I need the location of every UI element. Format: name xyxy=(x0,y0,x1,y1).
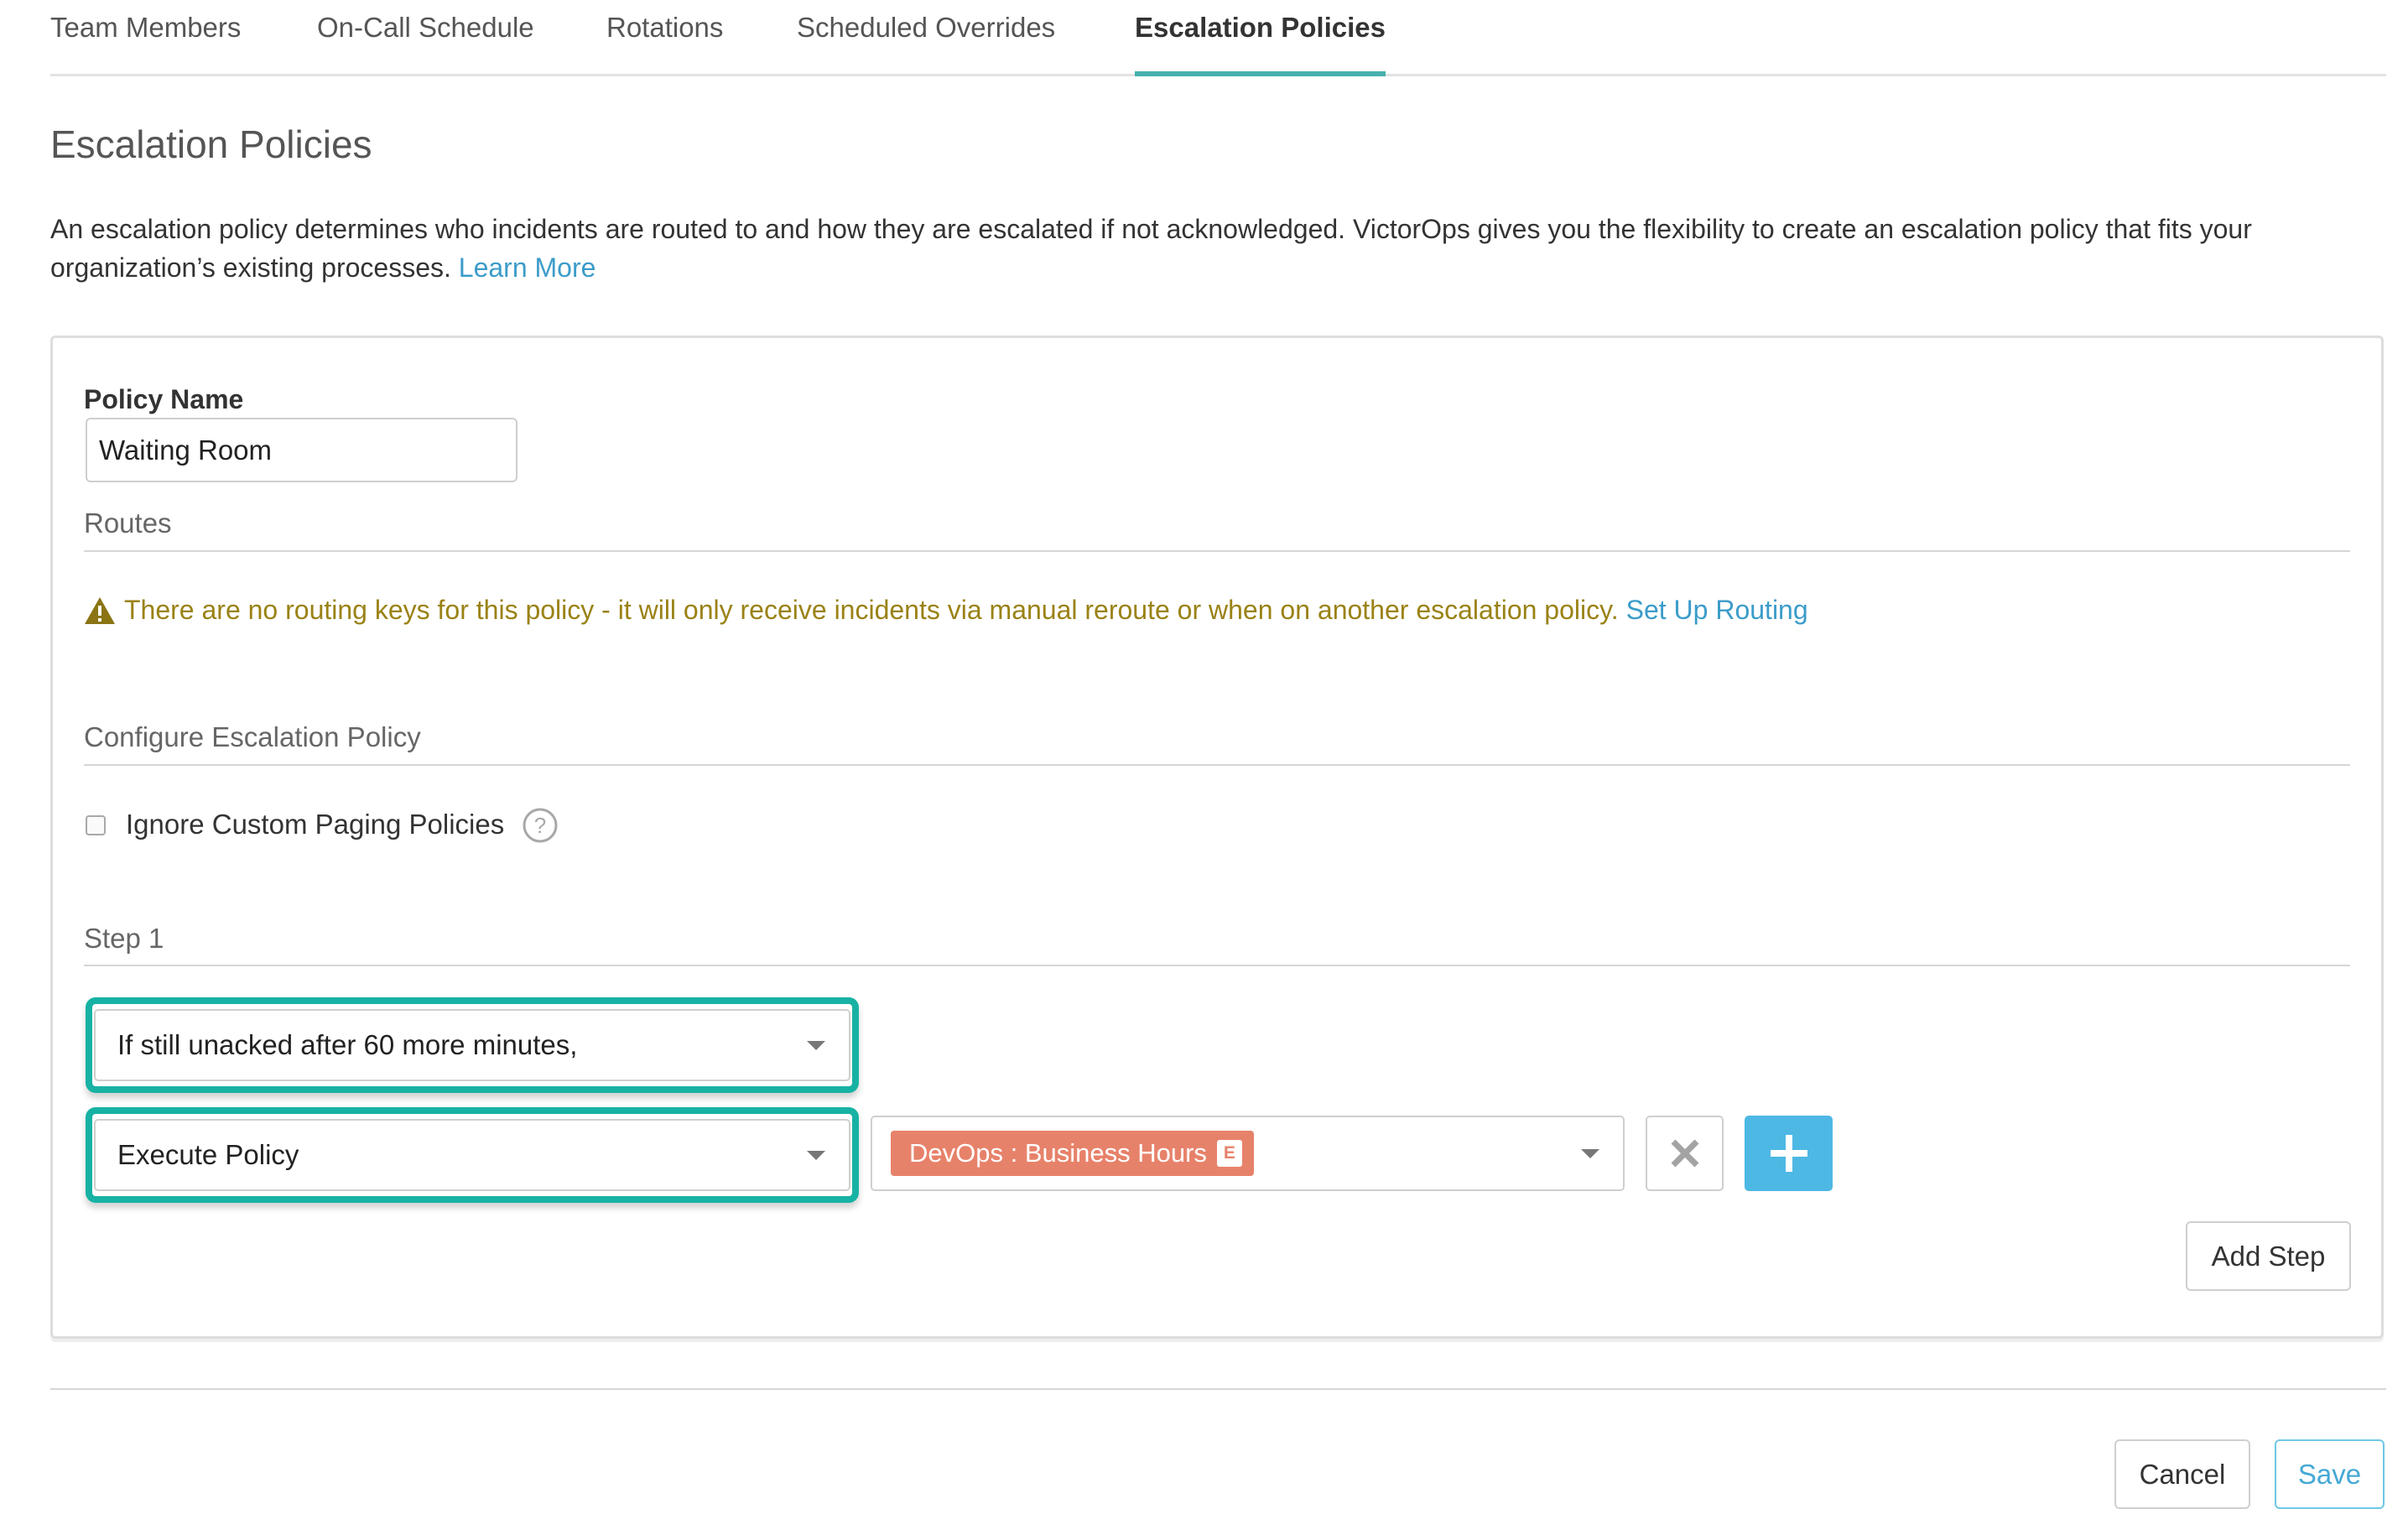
timing-select[interactable]: If still unacked after 60 more minutes, xyxy=(94,1009,850,1081)
tab-scheduled-overrides[interactable]: Scheduled Overrides xyxy=(797,12,1055,74)
tab-rotations[interactable]: Rotations xyxy=(606,12,723,74)
routing-warning-text: There are no routing keys for this polic… xyxy=(124,595,1619,625)
close-x-icon xyxy=(1671,1139,1698,1168)
set-up-routing-link[interactable]: Set Up Routing xyxy=(1626,595,1808,626)
policy-tag[interactable]: DevOps : Business Hours E xyxy=(891,1131,1254,1176)
tab-bar: Team Members On-Call Schedule Rotations … xyxy=(50,0,2386,76)
step-divider xyxy=(84,965,2350,966)
policy-tag-badge: E xyxy=(1216,1140,1242,1167)
tab-on-call-schedule[interactable]: On-Call Schedule xyxy=(317,12,534,74)
warning-triangle-icon xyxy=(85,596,115,624)
configure-divider xyxy=(84,764,2350,766)
intro-text: An escalation policy determines who inci… xyxy=(50,210,2374,287)
question-circle-icon[interactable]: ? xyxy=(522,807,559,844)
routes-divider xyxy=(84,550,2350,552)
plus-icon xyxy=(1770,1135,1807,1172)
add-entry-button[interactable] xyxy=(1745,1116,1833,1191)
configure-escalation-label: Configure Escalation Policy xyxy=(84,721,421,752)
remove-entry-button[interactable] xyxy=(1646,1116,1724,1191)
routing-warning: There are no routing keys for this polic… xyxy=(84,595,1808,626)
policy-name-label: Policy Name xyxy=(84,384,244,414)
svg-text:?: ? xyxy=(534,813,546,838)
tab-team-members[interactable]: Team Members xyxy=(50,12,241,74)
policy-name-input[interactable] xyxy=(86,418,517,482)
caret-down-icon xyxy=(807,1041,825,1050)
caret-down-icon xyxy=(1581,1149,1599,1158)
action-select-value: Execute Policy xyxy=(117,1139,299,1170)
ignore-custom-paging-checkbox[interactable] xyxy=(86,815,106,835)
add-step-button[interactable]: Add Step xyxy=(2186,1221,2351,1291)
page-title: Escalation Policies xyxy=(50,122,372,166)
policy-target-select[interactable]: DevOps : Business Hours E xyxy=(871,1116,1625,1191)
action-select[interactable]: Execute Policy xyxy=(94,1119,850,1191)
step-label: Step 1 xyxy=(84,923,164,954)
cancel-button[interactable]: Cancel xyxy=(2114,1439,2250,1509)
routes-label: Routes xyxy=(84,507,172,539)
save-button[interactable]: Save xyxy=(2275,1439,2385,1509)
footer-divider xyxy=(50,1388,2386,1390)
intro-description: An escalation policy determines who inci… xyxy=(50,214,2252,283)
timing-select-value: If still unacked after 60 more minutes, xyxy=(117,1029,578,1060)
learn-more-link[interactable]: Learn More xyxy=(459,252,596,283)
tab-escalation-policies[interactable]: Escalation Policies xyxy=(1135,12,1386,76)
ignore-custom-paging-label: Ignore Custom Paging Policies xyxy=(126,809,505,840)
policy-tag-label: DevOps : Business Hours xyxy=(909,1138,1207,1168)
caret-down-icon xyxy=(807,1151,825,1160)
